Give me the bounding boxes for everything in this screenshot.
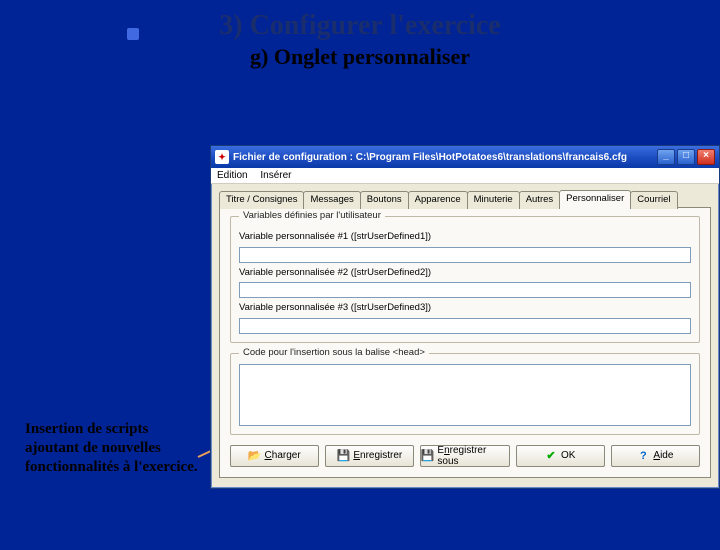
- saveas-button[interactable]: 💾 Enregistrer sous: [420, 445, 509, 467]
- slide-subtitle: g) Onglet personnaliser: [0, 44, 720, 70]
- tab-messages[interactable]: Messages: [303, 191, 360, 209]
- folder-open-icon: 📂: [249, 450, 261, 462]
- load-button-label: Charger: [265, 450, 301, 461]
- load-button[interactable]: 📂 Charger: [230, 445, 319, 467]
- textarea-head-code[interactable]: [239, 364, 691, 426]
- titlebar[interactable]: ✦ Fichier de configuration : C:\Program …: [211, 146, 719, 168]
- minimize-button[interactable]: _: [657, 149, 675, 165]
- label-var3: Variable personnalisée #3 ([strUserDefin…: [239, 302, 691, 313]
- menu-edition[interactable]: Edition: [217, 170, 248, 181]
- label-var2: Variable personnalisée #2 ([strUserDefin…: [239, 267, 691, 278]
- window-title: Fichier de configuration : C:\Program Fi…: [233, 152, 657, 163]
- tab-personnaliser[interactable]: Personnaliser: [559, 190, 631, 208]
- tab-panel-personnaliser: Variables définies par l'utilisateur Var…: [219, 207, 711, 478]
- floppy-icon: 💾: [421, 450, 433, 462]
- help-button-label: Aide: [653, 450, 673, 461]
- saveas-button-label: Enregistrer sous: [437, 445, 508, 467]
- group-head-legend: Code pour l'insertion sous la balise <he…: [239, 347, 429, 358]
- tab-minuterie[interactable]: Minuterie: [467, 191, 520, 209]
- check-icon: ✔: [545, 450, 557, 462]
- ok-button[interactable]: ✔ OK: [516, 445, 605, 467]
- label-var1: Variable personnalisée #1 ([strUserDefin…: [239, 231, 691, 242]
- tab-autres[interactable]: Autres: [519, 191, 560, 209]
- input-var3[interactable]: [239, 318, 691, 334]
- help-button[interactable]: ? Aide: [611, 445, 700, 467]
- menu-inserer[interactable]: Insérer: [260, 170, 291, 181]
- tab-courriel[interactable]: Courriel: [630, 191, 677, 209]
- maximize-button[interactable]: □: [677, 149, 695, 165]
- group-user-vars-legend: Variables définies par l'utilisateur: [239, 210, 385, 221]
- app-icon: ✦: [215, 150, 229, 164]
- question-icon: ?: [637, 450, 649, 462]
- input-var2[interactable]: [239, 282, 691, 298]
- menubar: Edition Insérer: [211, 168, 719, 184]
- tab-boutons[interactable]: Boutons: [360, 191, 409, 209]
- save-button-label: Enregistrer: [353, 450, 402, 461]
- client-area: Titre / Consignes Messages Boutons Appar…: [211, 184, 719, 488]
- button-bar: 📂 Charger 💾 Enregistrer 💾 Enregistrer so…: [230, 445, 700, 467]
- tab-strip: Titre / Consignes Messages Boutons Appar…: [219, 190, 711, 208]
- input-var1[interactable]: [239, 247, 691, 263]
- slide-bullet: [127, 28, 139, 40]
- group-head-code: Code pour l'insertion sous la balise <he…: [230, 353, 700, 435]
- save-button[interactable]: 💾 Enregistrer: [325, 445, 414, 467]
- group-user-vars: Variables définies par l'utilisateur Var…: [230, 216, 700, 343]
- slide-title: 3) Configurer l'exercice: [0, 10, 720, 42]
- close-button[interactable]: ×: [697, 149, 715, 165]
- ok-button-label: OK: [561, 450, 575, 461]
- tab-apparence[interactable]: Apparence: [408, 191, 468, 209]
- slide-caption: Insertion de scripts ajoutant de nouvell…: [25, 420, 200, 476]
- floppy-icon: 💾: [337, 450, 349, 462]
- config-window: ✦ Fichier de configuration : C:\Program …: [210, 145, 720, 489]
- tab-titre-consignes[interactable]: Titre / Consignes: [219, 191, 304, 209]
